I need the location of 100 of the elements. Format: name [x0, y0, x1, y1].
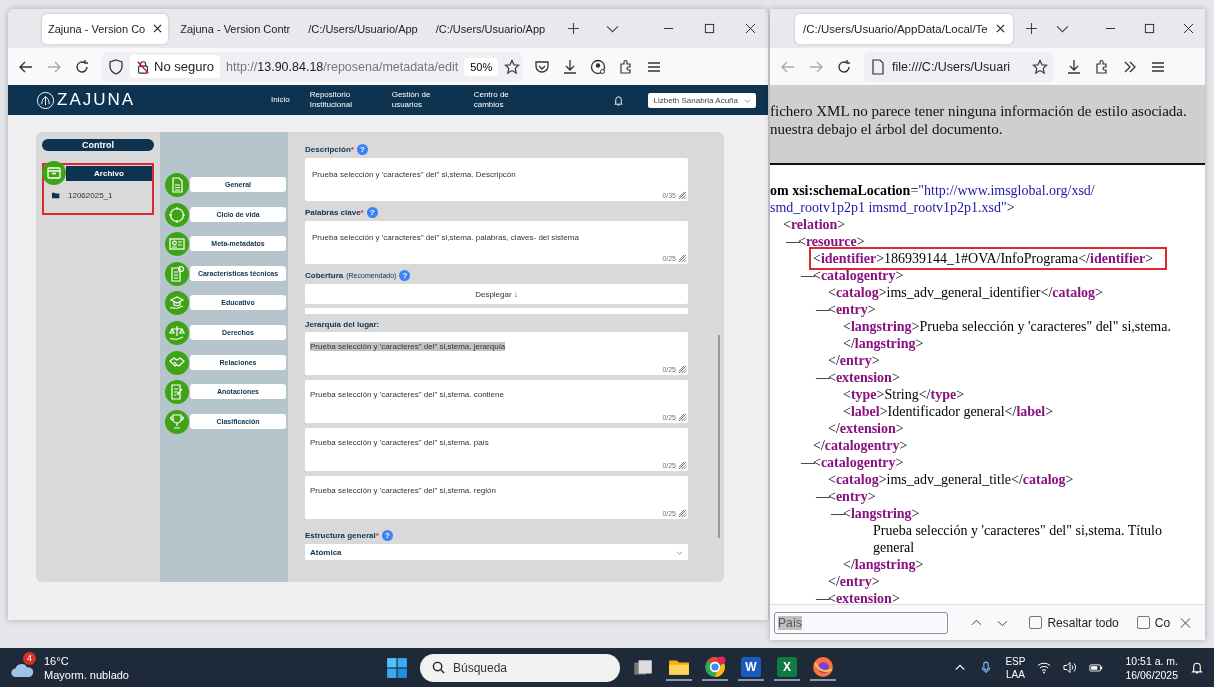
xml-tag: <langstring> [843, 506, 920, 521]
notification-bell-icon[interactable] [1190, 661, 1204, 674]
nav-link[interactable]: Inicio [271, 95, 290, 105]
security-indicator[interactable]: No seguro [130, 55, 220, 78]
chevron-down-icon [744, 96, 751, 104]
resize-grip-icon[interactable] [678, 365, 687, 374]
close-icon[interactable] [153, 24, 163, 33]
expand-button[interactable]: Desplegar ↓ [305, 284, 688, 304]
battery-icon[interactable] [1089, 661, 1104, 674]
collapse-toggle[interactable]: — [831, 505, 843, 522]
search-field[interactable]: Búsqueda [420, 653, 620, 682]
browser-icon[interactable] [810, 654, 836, 681]
maximize-icon[interactable] [704, 23, 715, 34]
collapse-toggle[interactable]: — [816, 369, 828, 386]
resize-grip-icon[interactable] [678, 509, 687, 518]
xml-element: <type>String</type> [843, 387, 966, 402]
nav-link[interactable]: Gestión de usuarios [391, 90, 454, 110]
field-value: Prueba selección y 'caracteres" del" si,stema. país [310, 438, 489, 447]
collapse-toggle[interactable]: — [816, 488, 828, 505]
shield-icon[interactable] [108, 58, 124, 75]
field-label: Estructura general* [305, 531, 379, 540]
folder-header[interactable]: Archivo [66, 165, 152, 181]
collapse-toggle[interactable]: — [786, 233, 798, 250]
help-icon[interactable]: ? [366, 207, 378, 218]
find-field[interactable]: País [774, 611, 948, 634]
browser-tab[interactable]: Zajuna - Version Contr [174, 13, 297, 44]
document-icon [165, 173, 189, 197]
field-value: Prueba selección y 'caracteres" del" si,stema. región [310, 486, 496, 495]
collapse-toggle[interactable]: — [801, 454, 813, 471]
resize-grip-icon[interactable] [678, 413, 687, 422]
xml-attribute: om xsi:schemaLocation="http://www.imsglobal.org/xsd/ [770, 183, 1095, 198]
logo-text: ZAJUNA [57, 90, 136, 110]
speaker-icon[interactable] [1063, 661, 1078, 674]
circular-arrows-icon [165, 202, 189, 227]
collapse-toggle[interactable]: — [816, 590, 828, 604]
logo-emblem-icon [36, 90, 55, 110]
select-field[interactable]: Atómica [305, 544, 688, 560]
checkbox-label[interactable]: Co [1154, 615, 1171, 630]
account-icon[interactable] [590, 58, 606, 75]
maximize-icon[interactable] [1144, 23, 1155, 34]
url-text: file:///C:/Users/Usuari [892, 59, 1011, 74]
checkbox[interactable] [1029, 616, 1043, 629]
language-indicator[interactable]: ESP LAA [1005, 654, 1026, 681]
resize-grip-icon[interactable] [678, 191, 687, 200]
user-select[interactable]: Lizbeth Sanabria Acuña [648, 92, 756, 108]
search-icon [432, 661, 445, 674]
field-label: Jerarquía del lugar: [305, 320, 380, 329]
download-icon[interactable] [1066, 58, 1082, 75]
chevron-down-icon [676, 548, 683, 556]
browser-tab[interactable]: /C:/Users/Usuario/App [302, 13, 424, 44]
collapse-toggle[interactable]: — [816, 301, 828, 318]
xml-tag: </entry> [828, 353, 880, 368]
bell-icon[interactable] [613, 94, 625, 106]
close-icon[interactable] [745, 23, 756, 34]
help-icon[interactable]: ? [356, 144, 368, 155]
field-value: Prueba selección y 'caracteres" del" si,stema. jerarquía [310, 342, 506, 351]
nav-link[interactable]: Repositorio Institucional [309, 90, 372, 110]
id-card-icon [165, 232, 189, 257]
url-text: http://13.90.84.18/reposena/metadata/edit [226, 59, 459, 74]
reload-icon[interactable] [836, 58, 852, 75]
close-icon[interactable] [1183, 23, 1194, 34]
clock[interactable]: 10:51 a. m. 16/06/2025 [1125, 653, 1178, 682]
extensions-icon[interactable] [1094, 58, 1110, 75]
checkbox-label[interactable]: Resaltar todo [1047, 615, 1119, 630]
find-text: País [778, 615, 802, 630]
browser-tab[interactable]: /C:/Users/Usuario/AppData/Local/Te [795, 13, 1013, 44]
plus-icon[interactable] [1024, 22, 1038, 35]
field-value: Prueba selección y 'caracteres" del" si,stema. Descripcón [312, 170, 516, 179]
download-icon[interactable] [562, 58, 578, 75]
browser-icon[interactable] [702, 654, 728, 681]
checkbox[interactable] [1136, 616, 1150, 629]
address-bar[interactable]: file:///C:/Users/Usuari [864, 51, 1054, 82]
resize-grip-icon[interactable] [678, 461, 687, 470]
xml-tag: <entry> [828, 302, 876, 317]
zoom-level[interactable]: 50% [464, 57, 499, 76]
xml-element: <langstring>Prueba selección y 'caracteres" del" si,stema. </langstring> [843, 319, 1171, 351]
handshake-icon [165, 350, 189, 375]
close-icon[interactable] [995, 24, 1005, 33]
plus-icon[interactable] [567, 22, 581, 35]
pocket-icon[interactable] [534, 58, 550, 75]
collapse-toggle[interactable]: — [801, 267, 813, 284]
star-icon[interactable] [1032, 58, 1048, 75]
extensions-icon[interactable] [618, 58, 634, 75]
browser-tab[interactable]: /C:/Users/Usuario/App [429, 13, 552, 44]
star-icon[interactable] [504, 58, 521, 75]
resize-grip-icon[interactable] [678, 254, 687, 263]
archive-box-icon [42, 161, 66, 185]
xml-tag: <resource> [798, 234, 865, 249]
help-icon[interactable]: ? [381, 530, 393, 541]
field-label: Palabras clave* [305, 208, 364, 217]
scrollbar-thumb[interactable] [718, 335, 720, 538]
xml-element: <catalog>ims_adv_general_title</catalog> [828, 472, 1075, 487]
help-icon[interactable]: ? [399, 270, 411, 281]
nav-link[interactable]: Centro de cambios [473, 90, 536, 110]
wifi-icon[interactable] [1037, 661, 1052, 674]
browser-tab[interactable]: Zajuna - Version Co [42, 13, 169, 44]
reload-icon[interactable] [74, 58, 90, 75]
file-name[interactable]: 12062025_1 [68, 191, 113, 200]
address-bar[interactable]: No seguro http://13.90.84.18/reposena/metadata/edit 50% [102, 51, 522, 82]
xml-tag: <relation> [783, 217, 846, 232]
